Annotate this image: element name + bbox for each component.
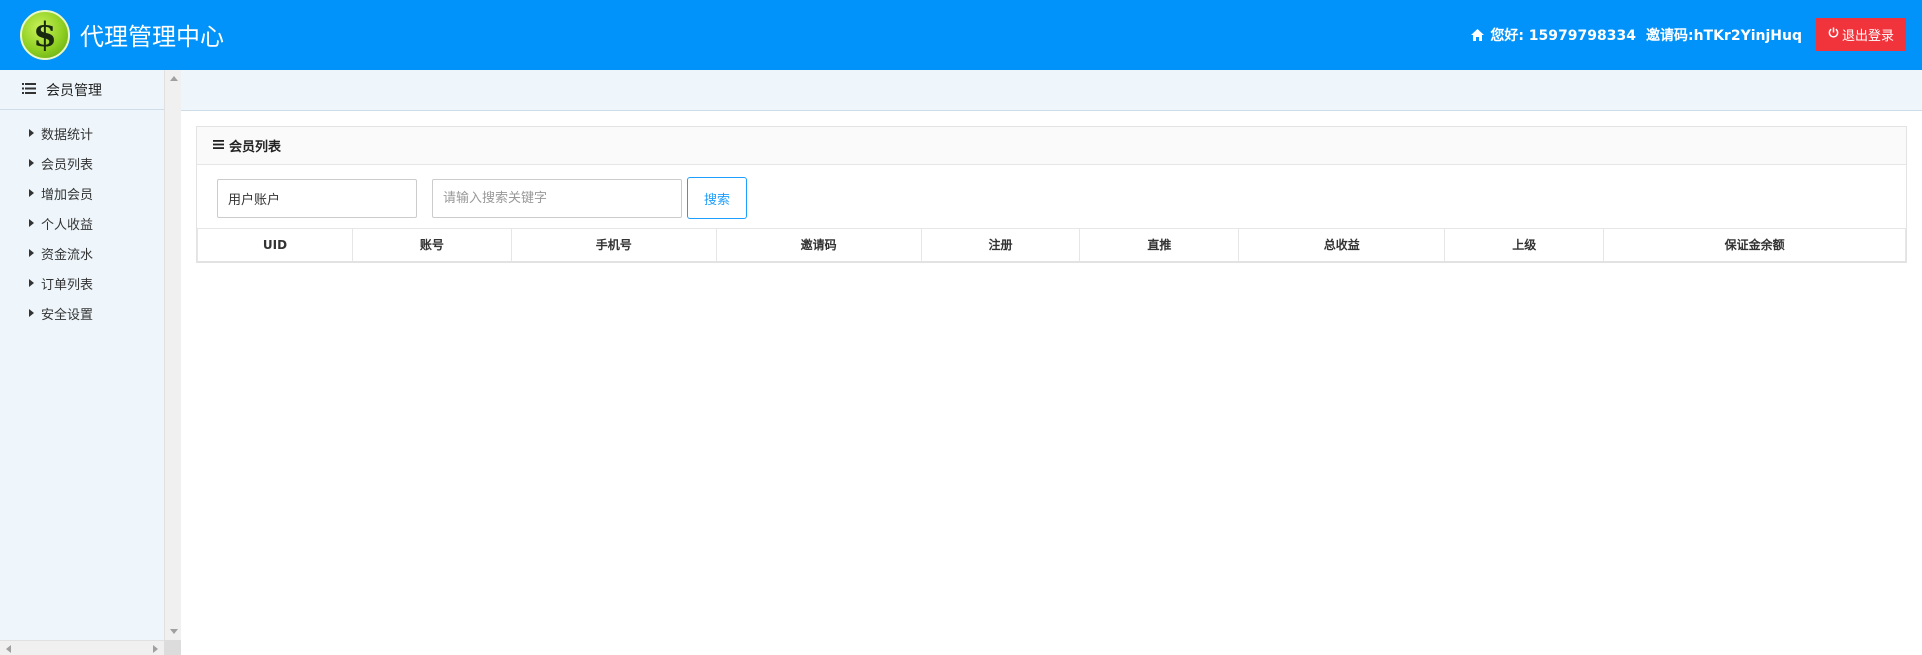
caret-right-icon <box>29 189 34 197</box>
member-table-wrap: UID 账号 手机号 邀请码 注册 直推 总收益 上级 保证金余额 <box>197 228 1906 263</box>
menu-icon <box>213 138 224 153</box>
dollar-logo-icon: $ <box>20 10 70 60</box>
list-icon <box>22 82 36 98</box>
app-title: 代理管理中心 <box>80 23 224 51</box>
sidebar-title: 会员管理 <box>46 82 102 99</box>
column-header: 邀请码 <box>715 228 922 263</box>
home-icon <box>1471 29 1485 41</box>
column-header: 注册 <box>920 228 1081 263</box>
search-button[interactable]: 搜索 <box>687 177 747 219</box>
column-header: 上级 <box>1444 228 1605 263</box>
sidebar-header: 会员管理 <box>0 70 164 110</box>
scroll-right-icon[interactable] <box>153 645 158 653</box>
sidebar: 会员管理 数据统计 会员列表 增加会员 个人收益 资金流水 订单列表 安全设置 <box>0 70 164 655</box>
user-info: 您好: 15979798334 邀请码:hTKr2YinjHuq <box>1471 25 1802 45</box>
caret-right-icon <box>29 219 34 227</box>
caret-right-icon <box>29 249 34 257</box>
scroll-corner <box>164 640 181 655</box>
table-header-row: UID 账号 手机号 邀请码 注册 直推 总收益 上级 保证金余额 <box>197 228 1906 263</box>
sidebar-item-data-stats[interactable]: 数据统计 <box>0 118 164 148</box>
greeting-text: 您好: 15979798334 <box>1490 28 1636 44</box>
sidebar-vertical-scrollbar[interactable] <box>164 70 181 640</box>
column-header: 总收益 <box>1238 228 1446 263</box>
column-header: UID <box>197 228 353 263</box>
logo-symbol: $ <box>33 15 57 55</box>
caret-right-icon <box>29 159 34 167</box>
sidebar-item-member-list[interactable]: 会员列表 <box>0 148 164 178</box>
sidebar-horizontal-scrollbar[interactable] <box>0 640 164 655</box>
sidebar-item-security-settings[interactable]: 安全设置 <box>0 298 164 328</box>
caret-right-icon <box>29 279 34 287</box>
caret-right-icon <box>29 309 34 317</box>
search-toolbar: 用户账户 搜索 <box>217 177 747 219</box>
power-icon <box>1828 27 1839 42</box>
member-list-panel: 会员列表 用户账户 搜索 UID 账号 手机号 邀请码 注册 直推 总收益 上级… <box>196 126 1907 263</box>
top-header: $ 代理管理中心 您好: 15979798334 邀请码:hTKr2YinjHu… <box>0 0 1922 70</box>
sidebar-item-personal-income[interactable]: 个人收益 <box>0 208 164 238</box>
scroll-left-icon[interactable] <box>6 645 11 653</box>
sidebar-menu: 数据统计 会员列表 增加会员 个人收益 资金流水 订单列表 安全设置 <box>0 110 164 328</box>
content-topbar <box>181 70 1922 111</box>
member-table: UID 账号 手机号 邀请码 注册 直推 总收益 上级 保证金余额 <box>197 228 1906 263</box>
panel-header: 会员列表 <box>197 127 1906 165</box>
scroll-down-icon[interactable] <box>170 629 178 634</box>
column-header: 保证金余额 <box>1603 228 1906 263</box>
search-field-select[interactable]: 用户账户 <box>217 178 417 218</box>
column-header: 账号 <box>351 228 512 263</box>
invite-code-text: 邀请码:hTKr2YinjHuq <box>1645 28 1802 44</box>
caret-right-icon <box>29 129 34 137</box>
column-header: 手机号 <box>510 228 717 263</box>
search-input[interactable] <box>432 178 682 218</box>
column-header: 直推 <box>1079 228 1240 263</box>
scroll-up-icon[interactable] <box>170 76 178 81</box>
sidebar-item-fund-flow[interactable]: 资金流水 <box>0 238 164 268</box>
sidebar-item-add-member[interactable]: 增加会员 <box>0 178 164 208</box>
logout-button[interactable]: 退出登录 <box>1816 18 1906 51</box>
panel-title: 会员列表 <box>229 140 282 155</box>
logout-label: 退出登录 <box>1841 29 1894 44</box>
sidebar-item-order-list[interactable]: 订单列表 <box>0 268 164 298</box>
